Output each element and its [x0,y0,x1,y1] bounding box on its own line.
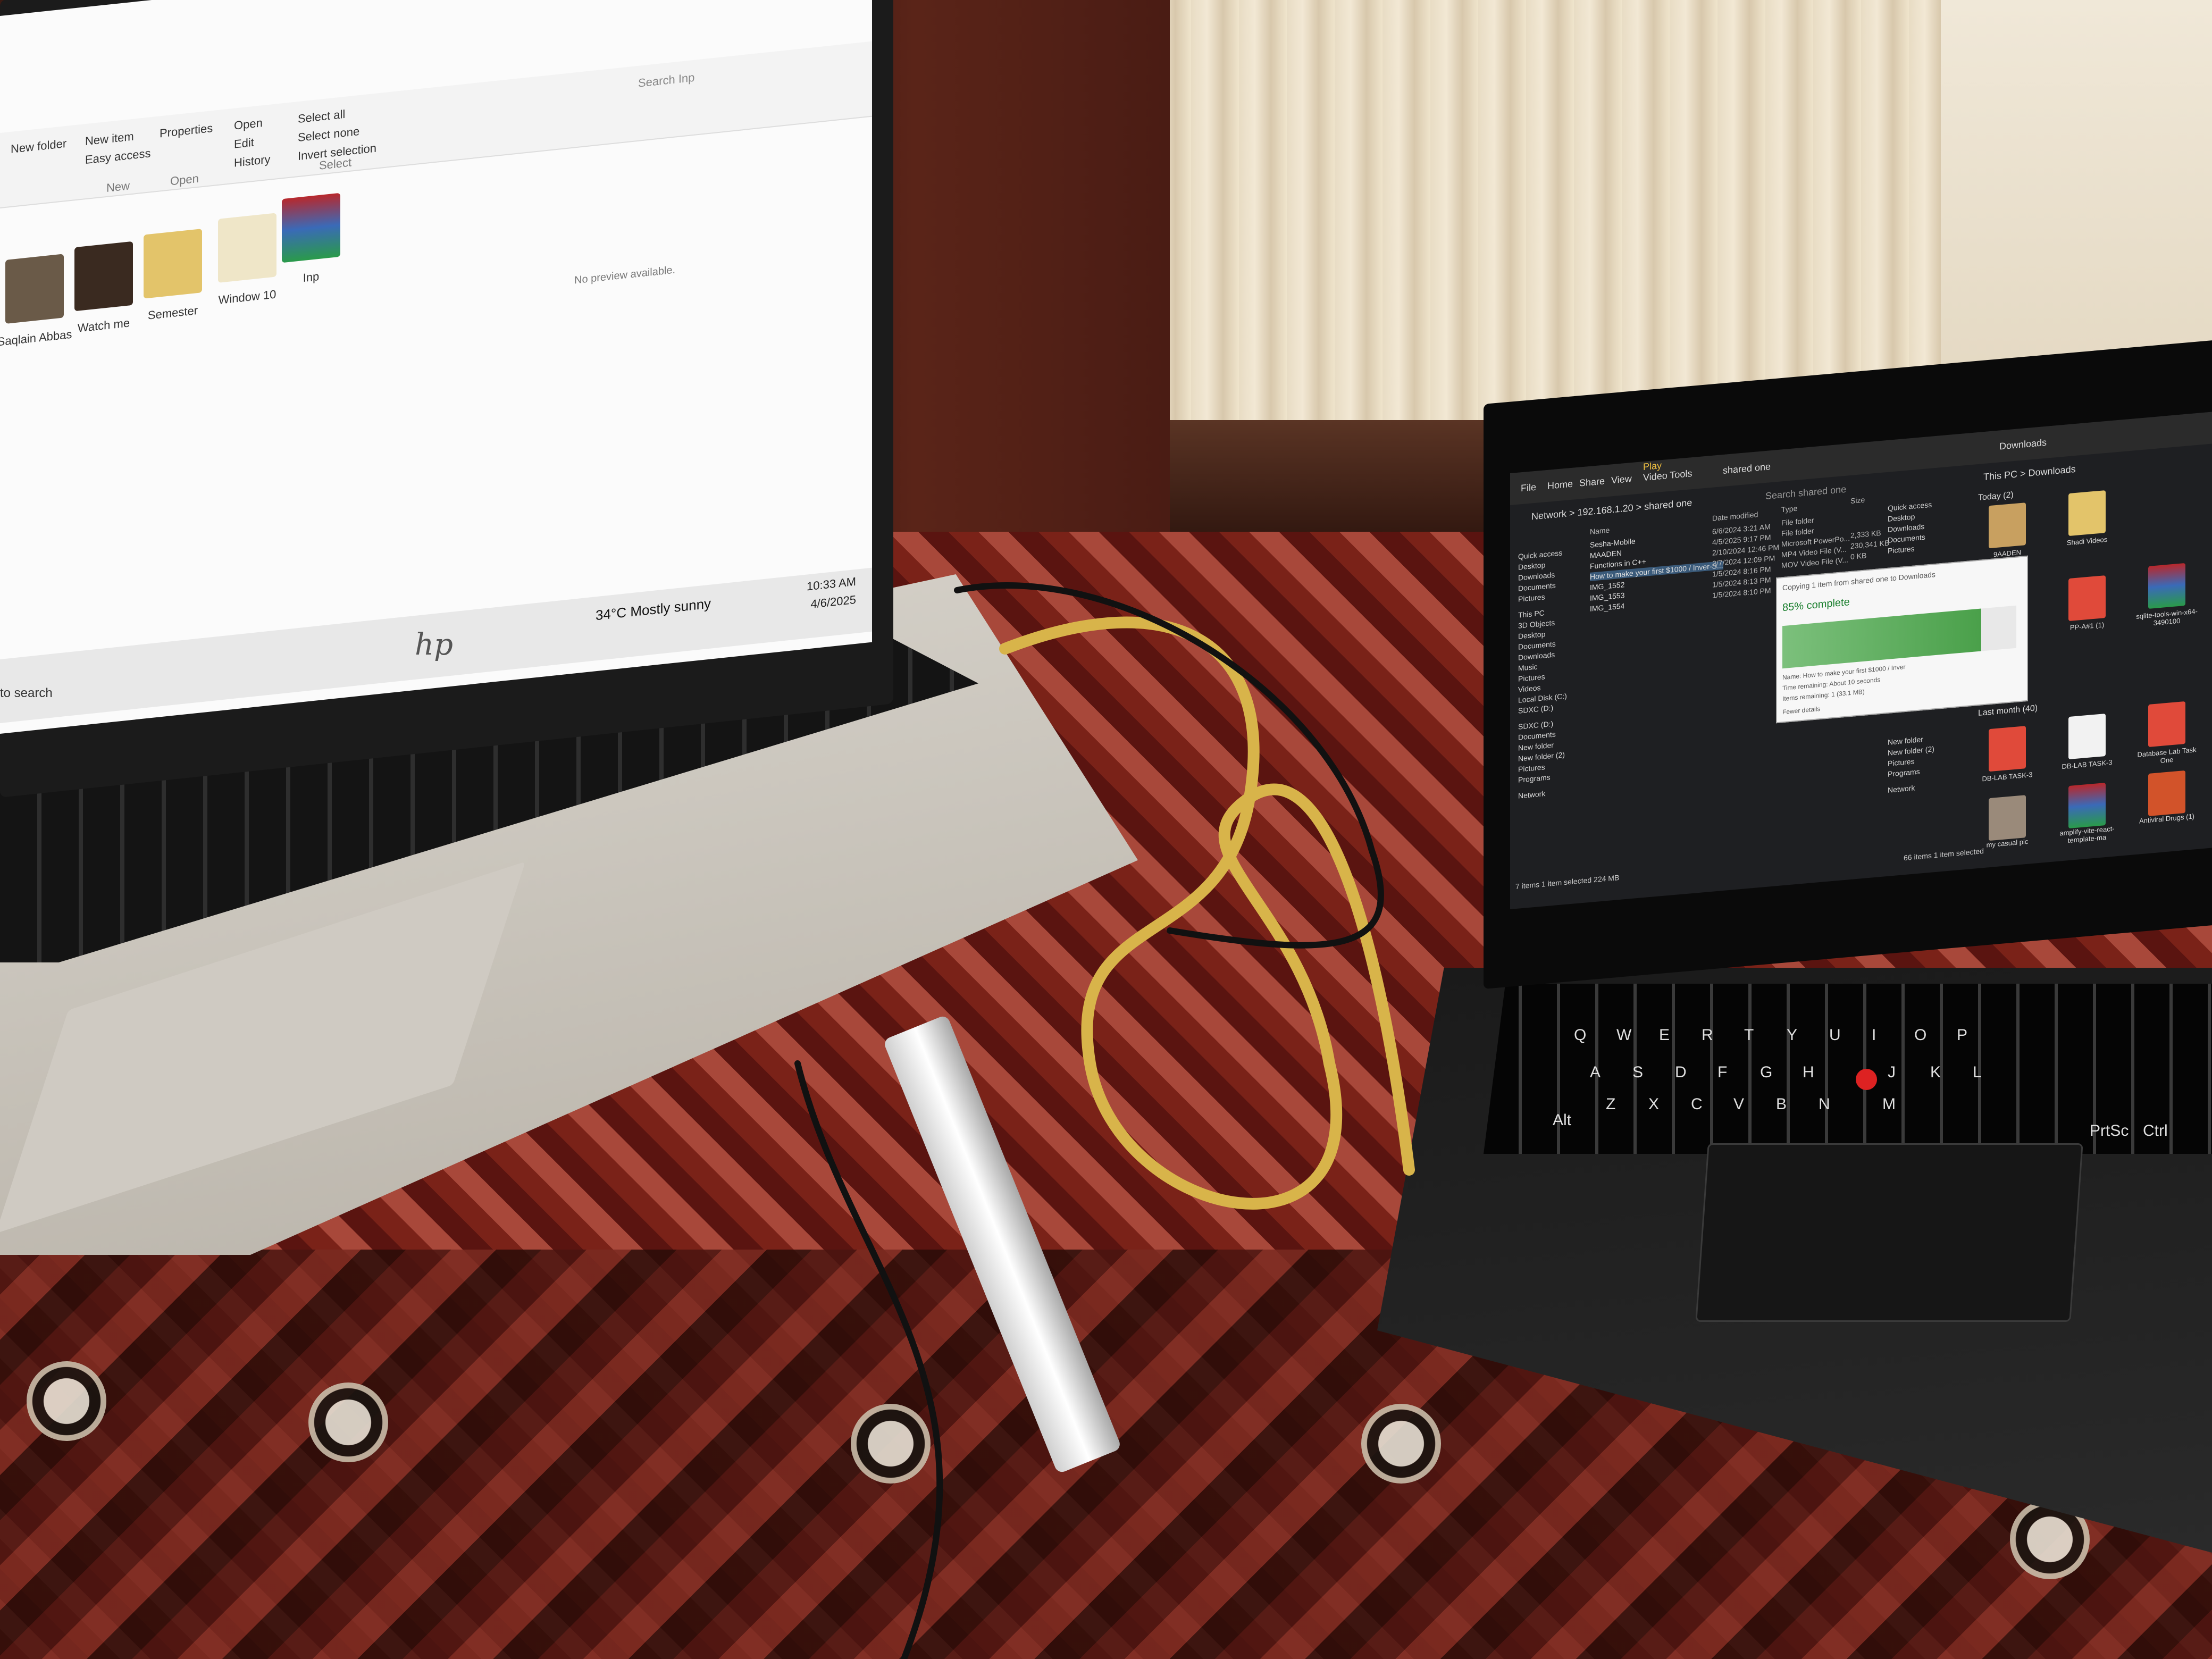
photo-scene: New folder New item Easy access Properti… [0,0,2212,1659]
cables [794,582,1415,1659]
black-charger-cable [794,582,1384,1659]
yellow-ethernet-cable [999,616,1415,1210]
